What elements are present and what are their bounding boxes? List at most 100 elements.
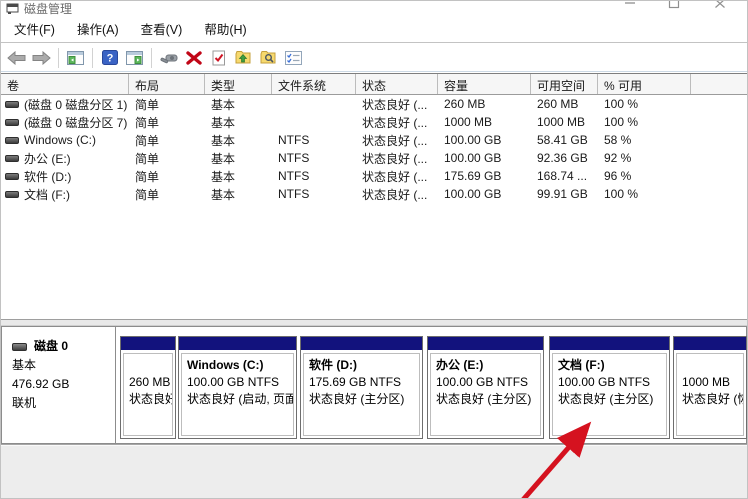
- partition-size: 100.00 GB NTFS: [558, 374, 661, 391]
- column-status[interactable]: 状态: [356, 74, 438, 94]
- folder-search-icon[interactable]: [256, 46, 281, 69]
- volume-fs: NTFS: [272, 151, 356, 165]
- title-bar: 磁盘管理: [1, 1, 747, 15]
- partition-software-d[interactable]: 软件 (D:) 175.69 GB NTFS 状态良好 (主分区): [300, 336, 423, 439]
- volume-status: 状态良好 (...: [356, 132, 438, 149]
- disk-0-graphic: 260 MB 状态良好 Windows (C:) 100.00 GB NTFS …: [117, 327, 746, 443]
- partition-status: 状态良好 (恢复分区): [682, 391, 738, 408]
- volume-capacity: 100.00 GB: [438, 133, 531, 147]
- volume-pct: 100 %: [598, 115, 691, 129]
- back-icon[interactable]: [4, 46, 29, 69]
- partition-size: 100.00 GB NTFS: [436, 374, 535, 391]
- volume-free: 58.41 GB: [531, 133, 598, 147]
- svg-text:?: ?: [106, 53, 113, 65]
- column-type[interactable]: 类型: [205, 74, 272, 94]
- partition-title: [129, 357, 167, 374]
- volume-fs: NTFS: [272, 133, 356, 147]
- volume-type: 基本: [205, 96, 272, 113]
- disk-0-header[interactable]: 磁盘 0 基本 476.92 GB 联机: [2, 327, 116, 443]
- volume-capacity: 100.00 GB: [438, 151, 531, 165]
- partition-status: 状态良好 (主分区): [309, 391, 414, 408]
- folder-up-icon[interactable]: [231, 46, 256, 69]
- volume-icon: [5, 155, 19, 162]
- partition-title: [682, 357, 738, 374]
- partition-docs-f[interactable]: 文档 (F:) 100.00 GB NTFS 状态良好 (主分区): [549, 336, 670, 439]
- show-action-pane-icon[interactable]: [122, 46, 147, 69]
- partition-color-bar: [550, 337, 669, 350]
- table-row[interactable]: 软件 (D:) 简单 基本 NTFS 状态良好 (... 175.69 GB 1…: [1, 167, 747, 185]
- volume-icon: [5, 173, 19, 180]
- table-row[interactable]: 文档 (F:) 简单 基本 NTFS 状态良好 (... 100.00 GB 9…: [1, 185, 747, 203]
- show-tree-icon[interactable]: [63, 46, 88, 69]
- partition-status: 状态良好 (主分区): [436, 391, 535, 408]
- partition-efi[interactable]: 260 MB 状态良好: [120, 336, 176, 439]
- partition-status: 状态良好 (主分区): [558, 391, 661, 408]
- volume-type: 基本: [205, 168, 272, 185]
- volume-icon: [5, 137, 19, 144]
- volume-fs: NTFS: [272, 187, 356, 201]
- minimize-button[interactable]: [615, 0, 645, 14]
- forward-icon[interactable]: [29, 46, 54, 69]
- volume-type: 基本: [205, 132, 272, 149]
- toolbar: ?: [1, 44, 747, 72]
- console-background: [1, 444, 747, 498]
- partition-status: 状态良好 (启动, 页面文件, 主分区): [187, 391, 288, 408]
- column-layout[interactable]: 布局: [129, 74, 205, 94]
- check-doc-icon[interactable]: [206, 46, 231, 69]
- volume-name: (磁盘 0 磁盘分区 1): [24, 96, 127, 113]
- volume-status: 状态良好 (...: [356, 186, 438, 203]
- partition-recovery[interactable]: 1000 MB 状态良好 (恢复分区): [673, 336, 747, 439]
- menu-file[interactable]: 文件(F): [3, 15, 66, 42]
- volume-capacity: 260 MB: [438, 97, 531, 111]
- pane-splitter[interactable]: [1, 319, 747, 326]
- toolbar-separator: [92, 48, 93, 68]
- column-fs[interactable]: 文件系统: [272, 74, 356, 94]
- table-row[interactable]: Windows (C:) 简单 基本 NTFS 状态良好 (... 100.00…: [1, 131, 747, 149]
- partition-title: 文档 (F:): [558, 357, 661, 374]
- volume-layout: 简单: [129, 150, 205, 167]
- column-pct[interactable]: % 可用: [598, 74, 691, 94]
- help-icon[interactable]: ?: [97, 46, 122, 69]
- close-button[interactable]: [705, 0, 735, 14]
- menu-view[interactable]: 查看(V): [130, 15, 194, 42]
- volume-fs: NTFS: [272, 169, 356, 183]
- menu-help[interactable]: 帮助(H): [193, 15, 257, 42]
- volume-layout: 简单: [129, 186, 205, 203]
- disk-size: 476.92 GB: [12, 375, 115, 394]
- volume-status: 状态良好 (...: [356, 96, 438, 113]
- partition-size: 260 MB: [129, 374, 167, 391]
- partition-office-e[interactable]: 办公 (E:) 100.00 GB NTFS 状态良好 (主分区): [427, 336, 544, 439]
- disk-management-window: 磁盘管理 文件(F) 操作(A) 查看(V) 帮助(H): [0, 0, 748, 499]
- column-free[interactable]: 可用空间: [531, 74, 598, 94]
- disk-kind: 基本: [12, 356, 115, 375]
- disk-icon: [12, 343, 27, 351]
- partition-windows-c[interactable]: Windows (C:) 100.00 GB NTFS 状态良好 (启动, 页面…: [178, 336, 297, 439]
- volume-layout: 简单: [129, 96, 205, 113]
- toolbar-separator: [58, 48, 59, 68]
- volume-pct: 58 %: [598, 133, 691, 147]
- table-row[interactable]: (磁盘 0 磁盘分区 7) 简单 基本 状态良好 (... 1000 MB 10…: [1, 113, 747, 131]
- column-capacity[interactable]: 容量: [438, 74, 531, 94]
- app-icon: [6, 3, 19, 14]
- menu-action[interactable]: 操作(A): [66, 15, 130, 42]
- volume-name: Windows (C:): [24, 133, 96, 147]
- volume-free: 168.74 ...: [531, 169, 598, 183]
- window-controls: [607, 0, 747, 14]
- partition-status: 状态良好: [129, 391, 167, 408]
- partition-size: 1000 MB: [682, 374, 738, 391]
- partition-color-bar: [179, 337, 296, 350]
- volume-status: 状态良好 (...: [356, 150, 438, 167]
- volume-list: 卷 布局 类型 文件系统 状态 容量 可用空间 % 可用 (磁盘 0 磁盘分区 …: [1, 73, 747, 321]
- column-volume[interactable]: 卷: [1, 74, 129, 94]
- tool-icon[interactable]: [156, 46, 181, 69]
- checklist-icon[interactable]: [281, 46, 306, 69]
- delete-volume-icon[interactable]: [181, 46, 206, 69]
- table-row[interactable]: (磁盘 0 磁盘分区 1) 简单 基本 状态良好 (... 260 MB 260…: [1, 95, 747, 113]
- table-row[interactable]: 办公 (E:) 简单 基本 NTFS 状态良好 (... 100.00 GB 9…: [1, 149, 747, 167]
- volume-name: (磁盘 0 磁盘分区 7): [24, 114, 127, 131]
- volume-type: 基本: [205, 150, 272, 167]
- volume-status: 状态良好 (...: [356, 114, 438, 131]
- volume-icon: [5, 101, 19, 108]
- maximize-button[interactable]: [659, 0, 689, 14]
- volume-type: 基本: [205, 114, 272, 131]
